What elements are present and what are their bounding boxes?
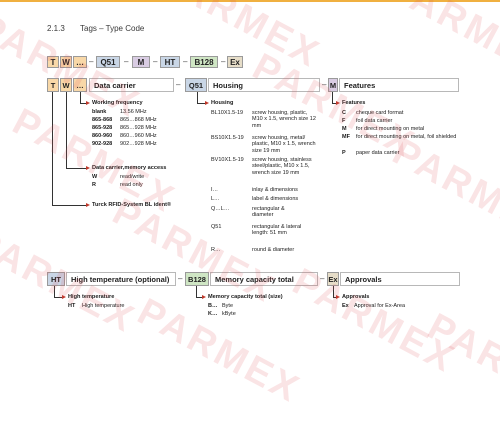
watermark: PARMEX <box>385 130 500 252</box>
list-item: Wread/write <box>92 174 145 180</box>
list-item: HT High temperature <box>68 303 125 309</box>
housing-key: R… <box>211 247 221 253</box>
working-frequency-title: Working frequency <box>92 100 143 106</box>
housing-key: I… <box>211 187 219 193</box>
list-item: Mfor direct mounting on metal <box>342 126 425 132</box>
housing-value: rectangular & lateral length: 51 mm <box>252 224 302 237</box>
code-segment-w: W <box>60 56 72 68</box>
code-dash: – <box>153 57 158 66</box>
housing-key: Q51 <box>211 224 222 230</box>
housing-value: inlay & dimensions <box>252 187 298 193</box>
code-segment-ellipsis: … <box>73 56 87 68</box>
code-segment-q51: Q51 <box>96 56 120 68</box>
connector-h <box>52 205 86 206</box>
housing-value: screw housing, plastic, M10 x 1.5, wrenc… <box>252 110 316 129</box>
connector-housing <box>197 92 198 103</box>
connector-h <box>197 103 205 104</box>
housing-key: Q…L… <box>211 206 230 212</box>
list-item: Ccheque card format <box>342 110 404 116</box>
code-segment-b128: B128 <box>190 56 218 68</box>
connector-memory <box>196 286 197 297</box>
housing-key: BS10X1.5-19 <box>211 135 244 141</box>
arrow-icon <box>62 295 66 299</box>
memory-title: Memory capacity total (size) <box>208 294 283 300</box>
features-title: Features <box>342 100 366 106</box>
connector-w <box>66 92 67 168</box>
bar-memory-label: Memory capacity total <box>210 272 318 286</box>
list-item: Ffoil data carrier <box>342 118 393 124</box>
bar-dash: – <box>176 80 181 89</box>
code-segment-m: M <box>132 56 150 68</box>
bar-features-code: M <box>328 78 338 92</box>
arrow-icon <box>205 101 209 105</box>
arrow-icon <box>336 295 340 299</box>
connector-t <box>52 92 53 205</box>
housing-value: screw housing, stainless steel/plastic, … <box>252 157 312 176</box>
bar-data-carrier-t: T <box>47 78 59 92</box>
housing-value: label & dimensions <box>252 196 299 202</box>
list-item: Ex Approval for Ex-Area <box>342 303 406 309</box>
arrow-icon <box>336 101 340 105</box>
arrow-icon <box>202 295 206 299</box>
housing-key: L… <box>211 196 220 202</box>
connector-h <box>66 168 86 169</box>
bar-dash: – <box>178 274 183 283</box>
bar-high-temp-code: HT <box>47 272 65 286</box>
connector-features <box>332 92 333 103</box>
housing-key: BV10X1.5-19 <box>211 157 244 163</box>
list-item: blank 13.56 MHz <box>92 109 147 115</box>
housing-key: BL10X1.5-19 <box>211 110 244 116</box>
code-segment-ex: Ex <box>227 56 243 68</box>
list-item: 865-928 865…928 MHz <box>92 125 157 131</box>
bar-memory-code: B128 <box>185 272 209 286</box>
code-segment-t: T <box>47 56 59 68</box>
list-item: Rread only <box>92 182 143 188</box>
list-item: 865-868 865…868 MHz <box>92 117 157 123</box>
code-dash: – <box>221 57 226 66</box>
watermark: PARMEX <box>420 305 500 427</box>
code-dash: – <box>124 57 129 66</box>
connector-h <box>54 297 62 298</box>
list-item: Ppaper data carrier <box>342 150 400 156</box>
bar-high-temp-label: High temperature (optional) <box>66 272 176 286</box>
bar-housing-label: Housing <box>208 78 320 92</box>
arrow-icon <box>86 166 90 170</box>
list-item-value: for direct mounting on metal, foil shiel… <box>356 134 457 140</box>
code-segment-ht: HT <box>160 56 180 68</box>
memory-access-title: Data carrier,memory access <box>92 165 167 171</box>
bar-approvals-code: Ex <box>327 272 339 286</box>
bar-data-carrier-w: W <box>60 78 72 92</box>
code-dash: – <box>89 57 94 66</box>
list-item-key: MF <box>342 134 350 140</box>
bar-approvals-label: Approvals <box>340 272 460 286</box>
list-item: 860-960 860…960 MHz <box>92 133 157 139</box>
housing-value: rectangular & diameter <box>252 206 285 219</box>
connector-ellipsis <box>80 92 81 103</box>
watermark: PARMEX <box>380 0 500 87</box>
housing-title: Housing <box>211 100 234 106</box>
list-item: B… Byte <box>208 303 234 309</box>
ident-title: Turck RFID-System BL ident® <box>92 202 172 208</box>
section-title: Tags – Type Code <box>80 24 145 33</box>
high-temp-title: High temperature <box>68 294 115 300</box>
housing-value: screw housing, metal/ plastic, M10 x 1.5… <box>252 135 316 154</box>
housing-value: round & diameter <box>252 247 295 253</box>
connector-high-temp <box>54 286 55 297</box>
bar-dash: – <box>322 80 327 89</box>
arrow-icon <box>86 101 90 105</box>
bar-housing-code: Q51 <box>185 78 207 92</box>
bar-features-label: Features <box>339 78 459 92</box>
bar-data-carrier-label: Data carrier <box>89 78 174 92</box>
code-dash: – <box>183 57 188 66</box>
top-accent-line <box>0 0 500 2</box>
list-item: 902-928 902…928 MHz <box>92 141 157 147</box>
connector-approvals <box>333 286 334 297</box>
list-item: K… kByte <box>208 311 236 317</box>
arrow-icon <box>86 203 90 207</box>
approvals-title: Approvals <box>342 294 370 300</box>
section-number: 2.1.3 <box>47 24 65 33</box>
bar-data-carrier-ellipsis: … <box>73 78 87 92</box>
bar-dash: – <box>320 274 325 283</box>
